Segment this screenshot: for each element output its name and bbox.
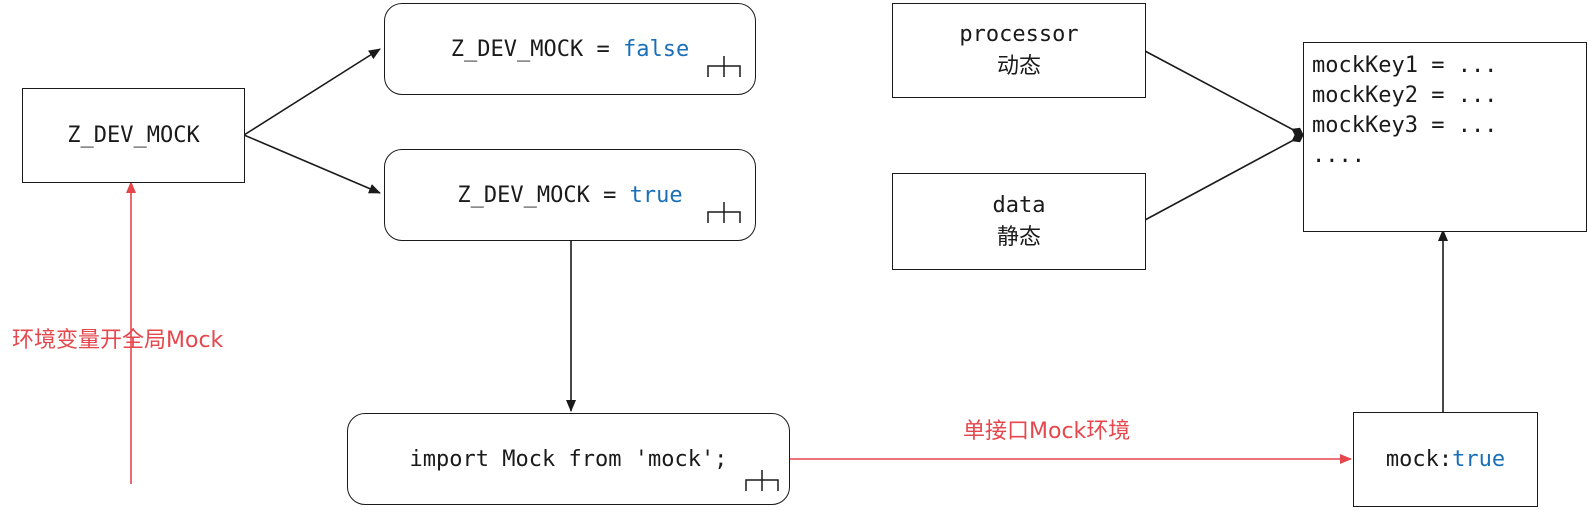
true-branch-value: true [629,182,683,208]
processor-node: processor 动态 [892,3,1146,98]
single-api-mock-label: 单接口Mock环境 [963,419,1131,444]
mock-flag-text: mock:true [1386,447,1505,472]
diagram-canvas: Z_DEV_MOCK Z_DEV_MOCK = false Z_DEV_MOCK… [0,0,1588,510]
true-branch-text: Z_DEV_MOCK = true [457,183,682,208]
false-branch-text: Z_DEV_MOCK = false [451,37,689,62]
mock-key-line: .... [1312,143,1365,168]
mock-keys-list: mockKey1 = ... mockKey2 = ... mockKey3 =… [1304,43,1497,171]
import-statement-node: import Mock from 'mock'; [347,413,790,505]
mock-flag-node: mock:true [1353,412,1538,507]
mock-flag-value: true [1452,447,1506,472]
true-branch-node: Z_DEV_MOCK = true [384,149,756,241]
data-title: data [992,192,1046,218]
mock-key-line: mockKey3 = ... [1312,113,1498,138]
edge-env-to-false [243,48,381,136]
import-statement-text: import Mock from 'mock'; [409,446,728,472]
fork-icon [707,202,741,223]
env-var-text: Z_DEV_MOCK [67,123,200,148]
processor-title: processor [959,21,1079,47]
fork-icon [707,56,741,77]
mock-keys-node: mockKey1 = ... mockKey2 = ... mockKey3 =… [1303,42,1587,232]
data-subtitle: 静态 [996,224,1041,250]
true-branch-prefix: Z_DEV_MOCK = [457,182,630,208]
mock-flag-prefix: mock: [1385,447,1453,472]
env-var-node: Z_DEV_MOCK [22,88,245,183]
edge-processor-to-keys [1144,50,1304,137]
false-branch-node: Z_DEV_MOCK = false [384,3,756,95]
edge-env-to-true [243,134,381,194]
false-branch-value: false [622,36,690,62]
fork-icon [745,470,779,491]
mock-key-line: mockKey1 = ... [1312,53,1498,78]
mock-key-line: mockKey2 = ... [1312,83,1498,108]
data-node: data 静态 [892,173,1146,270]
edge-data-to-keys [1144,133,1304,221]
global-mock-label: 环境变量开全局Mock [12,328,224,353]
false-branch-prefix: Z_DEV_MOCK = [450,36,623,62]
processor-subtitle: 动态 [996,53,1041,79]
